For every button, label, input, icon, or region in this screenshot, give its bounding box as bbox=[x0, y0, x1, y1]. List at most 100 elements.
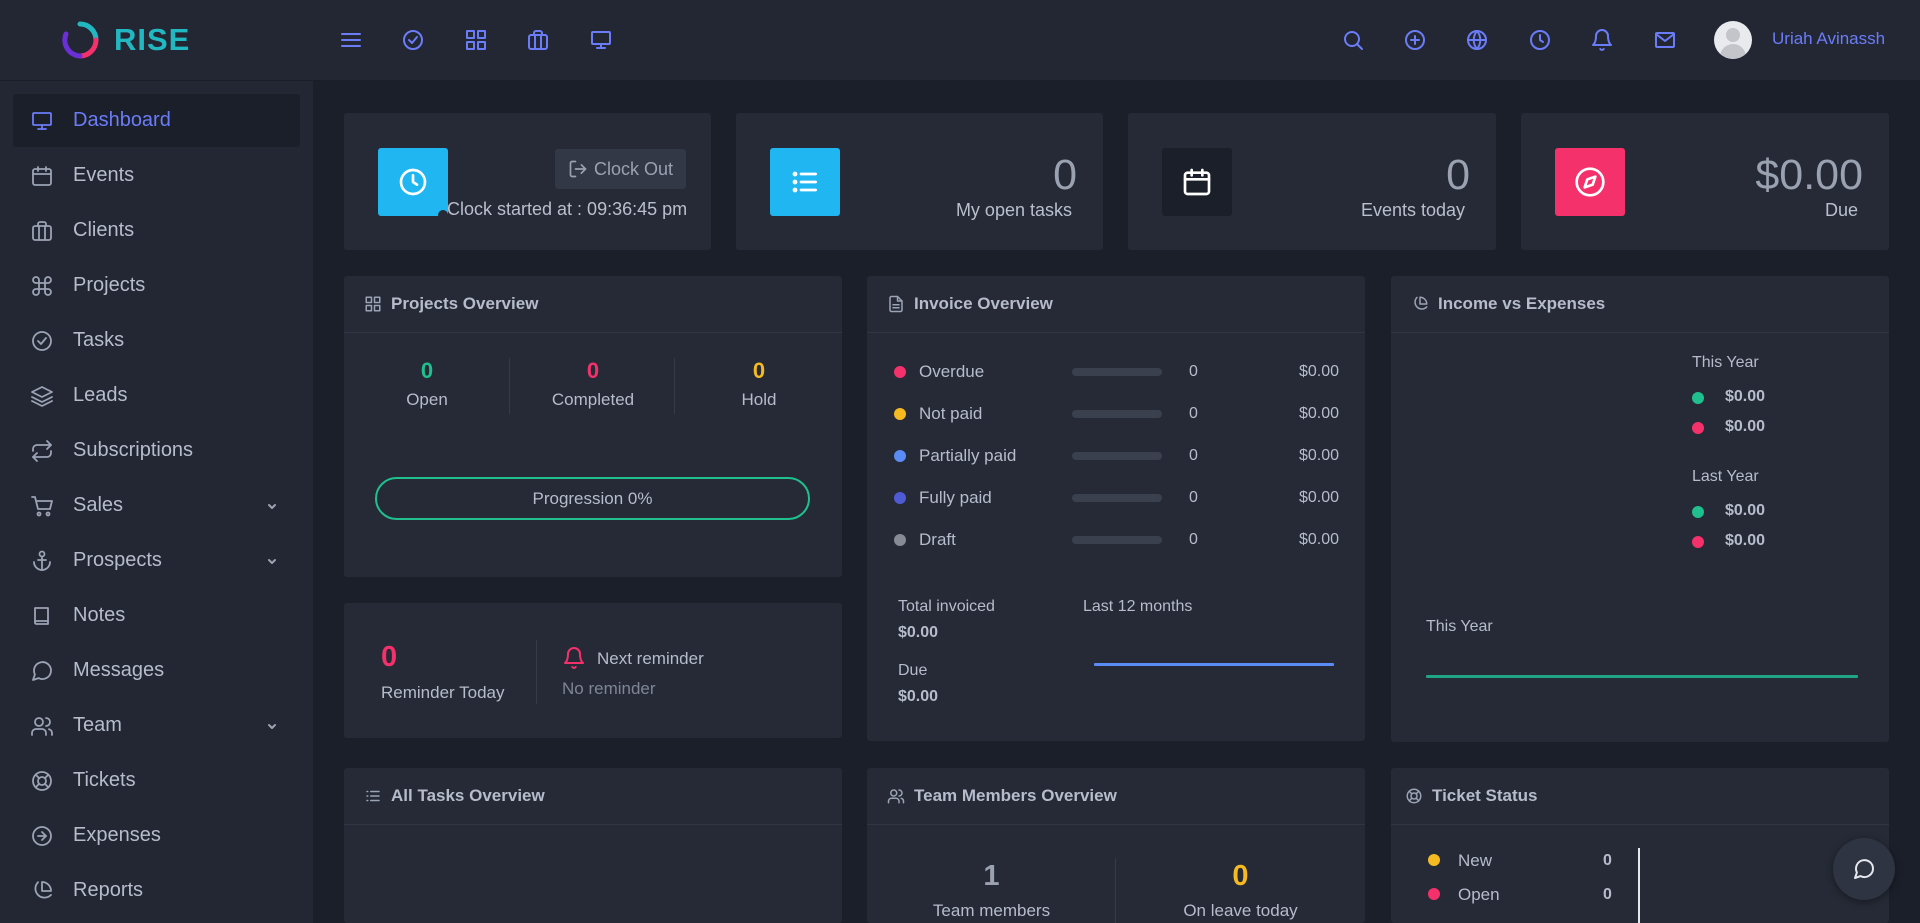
sidebar-item-notes[interactable]: Notes bbox=[13, 589, 300, 642]
ticket-status-label[interactable]: New bbox=[1458, 851, 1492, 871]
due-card[interactable]: $0.00 Due bbox=[1521, 113, 1889, 250]
repeat-icon bbox=[32, 439, 52, 462]
team-members-stat[interactable]: 1 Team members bbox=[867, 860, 1116, 921]
card-header: Invoice Overview bbox=[867, 276, 1365, 333]
invoice-row-count: 0 bbox=[1189, 447, 1198, 464]
sidebar-item-tasks[interactable]: Tasks bbox=[13, 314, 300, 367]
sidebar-item-label: Clients bbox=[73, 219, 135, 241]
period-label: Last 12 months bbox=[1083, 598, 1193, 615]
projects-completed-label: Completed bbox=[551, 390, 635, 409]
sidebar-item-messages[interactable]: Messages bbox=[13, 644, 300, 697]
projects-hold-label: Hold bbox=[741, 390, 777, 409]
invoice-row-label[interactable]: Not paid bbox=[919, 404, 982, 424]
sidebar-item-dashboard[interactable]: Dashboard bbox=[13, 94, 300, 147]
projects-completed[interactable]: 0 Completed bbox=[510, 358, 676, 410]
sidebar-item-events[interactable]: Events bbox=[13, 149, 300, 202]
pie-chart-icon bbox=[1414, 296, 1428, 310]
card-title: Income vs Expenses bbox=[1438, 294, 1606, 313]
open-tasks-card[interactable]: 0 My open tasks bbox=[736, 113, 1103, 250]
ticket-status-label[interactable]: Open bbox=[1458, 885, 1500, 905]
mail-icon[interactable] bbox=[1651, 26, 1679, 54]
last-year-income: $0.00 bbox=[1725, 502, 1766, 519]
life-buoy-icon bbox=[32, 770, 52, 791]
all-tasks-card: All Tasks Overview bbox=[344, 768, 842, 923]
chevron-down-icon bbox=[266, 554, 278, 566]
expense-dot bbox=[1692, 536, 1704, 548]
search-icon[interactable] bbox=[1339, 26, 1367, 54]
users-icon bbox=[887, 789, 905, 804]
monitor-icon[interactable] bbox=[587, 26, 615, 54]
sidebar-item-prospects[interactable]: Prospects bbox=[13, 534, 300, 587]
clock-out-label: Clock Out bbox=[593, 158, 674, 179]
open-tasks-label: My open tasks bbox=[955, 200, 1072, 220]
this-year-label: This Year bbox=[1692, 354, 1759, 371]
next-reminder-value: No reminder bbox=[562, 679, 656, 698]
sidebar-item-clients[interactable]: Clients bbox=[13, 204, 300, 257]
invoice-row-bar bbox=[1072, 536, 1162, 544]
team-members-card: Team Members Overview 1 Team members 0 O… bbox=[867, 768, 1365, 923]
list-icon bbox=[770, 148, 840, 216]
sidebar-item-expenses[interactable]: Expenses bbox=[13, 809, 300, 862]
events-today-card[interactable]: 0 Events today bbox=[1128, 113, 1496, 250]
plus-circle-icon[interactable] bbox=[1401, 26, 1429, 54]
ticket-open-dot bbox=[1428, 888, 1440, 900]
message-icon bbox=[32, 660, 52, 681]
sidebar-item-projects[interactable]: Projects bbox=[13, 259, 300, 312]
sidebar: Dashboard Events Clients Projects Tasks … bbox=[0, 81, 313, 923]
invoice-row-bar bbox=[1072, 494, 1162, 502]
invoice-row-amount: $0.00 bbox=[1298, 447, 1339, 464]
projects-hold[interactable]: 0 Hold bbox=[676, 358, 842, 410]
layers-icon bbox=[31, 385, 53, 407]
on-leave-count: 0 bbox=[1232, 860, 1249, 892]
card-header: Ticket Status bbox=[1391, 768, 1889, 825]
reminder-card: 0 Reminder Today Next reminder No remind… bbox=[344, 603, 842, 738]
grid-icon[interactable] bbox=[462, 26, 490, 54]
invoice-row-bar bbox=[1072, 452, 1162, 460]
invoice-row-label[interactable]: Overdue bbox=[919, 362, 984, 382]
sidebar-item-leads[interactable]: Leads bbox=[13, 369, 300, 422]
projects-overview-card: Projects Overview 0 Open 0 Completed 0 H… bbox=[344, 276, 842, 577]
sidebar-item-reports[interactable]: Reports bbox=[13, 864, 300, 917]
bell-icon bbox=[562, 646, 586, 670]
not-paid-dot bbox=[894, 408, 906, 420]
menu-icon[interactable] bbox=[337, 26, 365, 54]
bell-icon[interactable] bbox=[1588, 26, 1616, 54]
logo-icon bbox=[58, 18, 102, 62]
ticket-chart-axis bbox=[1638, 848, 1640, 923]
card-header: Income vs Expenses bbox=[1391, 276, 1889, 333]
events-today-count: 0 bbox=[1446, 151, 1470, 199]
brand-logo[interactable]: RISE bbox=[58, 18, 190, 62]
projects-open-count: 0 bbox=[420, 358, 434, 383]
life-buoy-icon bbox=[1406, 788, 1422, 804]
avatar[interactable] bbox=[1714, 21, 1752, 59]
sidebar-item-label: Sales bbox=[73, 494, 124, 516]
clock-out-button[interactable]: Clock Out bbox=[555, 149, 686, 189]
invoice-row-label[interactable]: Draft bbox=[919, 530, 956, 550]
divider bbox=[674, 358, 675, 414]
chat-button[interactable] bbox=[1833, 838, 1895, 900]
user-name[interactable]: Uriah Avinassh bbox=[1772, 29, 1885, 49]
sidebar-item-label: Messages bbox=[73, 659, 165, 681]
last-year-expense: $0.00 bbox=[1725, 532, 1766, 549]
invoice-row-label[interactable]: Partially paid bbox=[919, 446, 1016, 466]
check-circle-icon[interactable] bbox=[399, 26, 427, 54]
pie-chart-icon bbox=[34, 880, 52, 899]
sidebar-item-team[interactable]: Team bbox=[13, 699, 300, 752]
income-dot bbox=[1692, 506, 1704, 518]
total-invoiced-value: $0.00 bbox=[898, 624, 939, 641]
globe-icon[interactable] bbox=[1463, 26, 1491, 54]
book-icon bbox=[34, 606, 49, 625]
invoice-row-label[interactable]: Fully paid bbox=[919, 488, 992, 508]
sidebar-item-tickets[interactable]: Tickets bbox=[13, 754, 300, 807]
card-title: Invoice Overview bbox=[914, 294, 1053, 313]
sidebar-item-label: Prospects bbox=[73, 549, 162, 571]
sidebar-item-sales[interactable]: Sales bbox=[13, 479, 300, 532]
clock-icon[interactable] bbox=[1526, 26, 1554, 54]
users-icon bbox=[31, 716, 53, 736]
total-invoiced-label: Total invoiced bbox=[898, 598, 995, 615]
briefcase-icon[interactable] bbox=[524, 26, 552, 54]
projects-open[interactable]: 0 Open bbox=[344, 358, 510, 410]
team-members-count: 1 bbox=[983, 860, 1000, 892]
on-leave-stat[interactable]: 0 On leave today bbox=[1116, 860, 1365, 921]
sidebar-item-subscriptions[interactable]: Subscriptions bbox=[13, 424, 300, 477]
